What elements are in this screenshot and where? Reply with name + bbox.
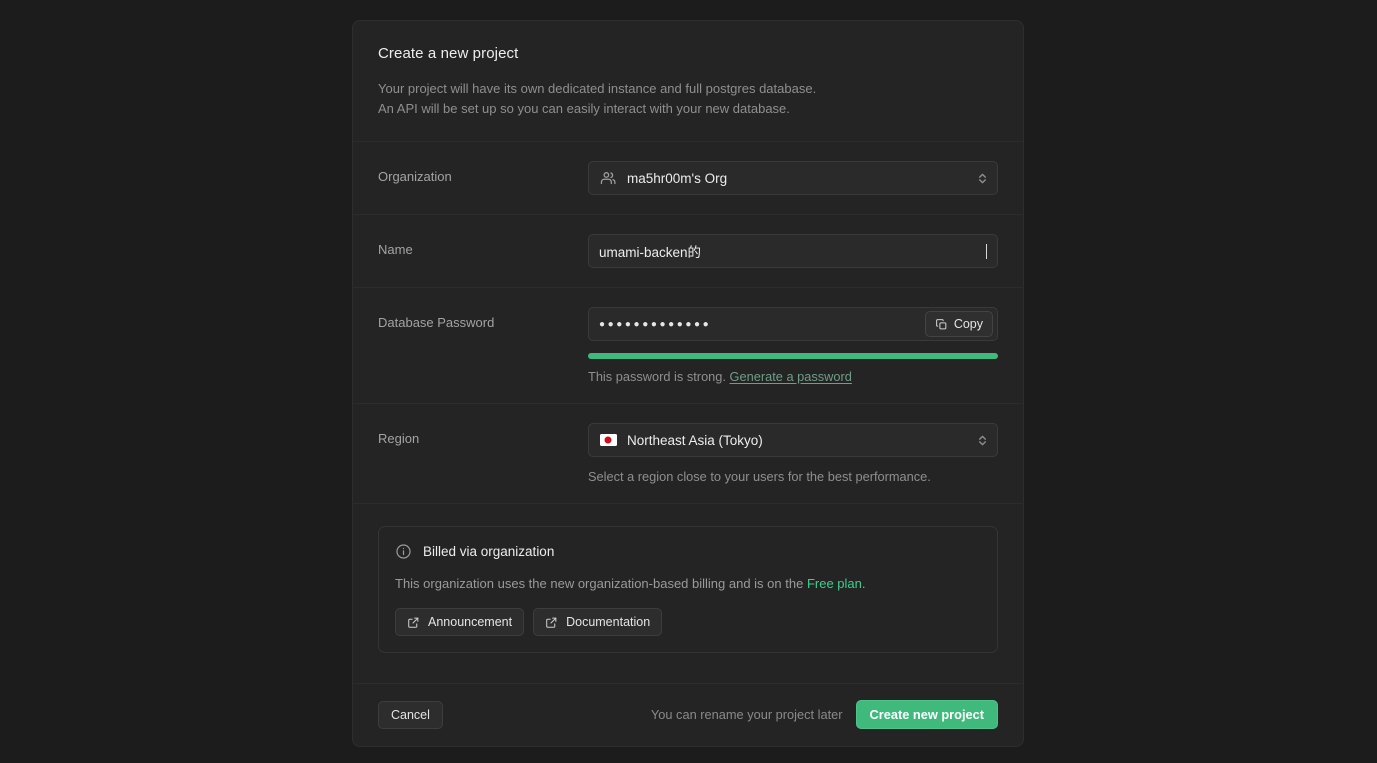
- billing-panel: Billed via organization This organizatio…: [378, 526, 998, 653]
- region-value: Northeast Asia (Tokyo): [627, 432, 763, 448]
- billing-header: Billed via organization: [395, 543, 981, 560]
- organization-select[interactable]: ma5hr00m's Org: [588, 161, 998, 195]
- documentation-button-label: Documentation: [566, 615, 651, 629]
- create-project-card: Create a new project Your project will h…: [352, 20, 1024, 747]
- announcement-button[interactable]: Announcement: [395, 608, 525, 636]
- password-masked-value: ●●●●●●●●●●●●●: [599, 318, 712, 330]
- region-label: Region: [378, 431, 420, 446]
- card-header: Create a new project Your project will h…: [353, 21, 1023, 142]
- region-row: Region Northeast Asia (Tokyo) Select a r…: [353, 404, 1023, 504]
- announcement-button-label: Announcement: [428, 615, 513, 629]
- region-select[interactable]: Northeast Asia (Tokyo): [588, 423, 998, 457]
- japan-flag-icon: [599, 431, 617, 449]
- subtitle-line-1: Your project will have its own dedicated…: [378, 81, 817, 96]
- organization-label: Organization: [378, 169, 452, 184]
- billing-body: This organization uses the new organizat…: [395, 574, 981, 593]
- billing-actions: Announcement Documentation: [395, 608, 981, 636]
- create-new-project-button[interactable]: Create new project: [855, 700, 998, 729]
- billing-body-text-before: This organization uses the new organizat…: [395, 576, 807, 591]
- region-control: Northeast Asia (Tokyo) Select a region c…: [588, 423, 998, 484]
- billing-section: Billed via organization This organizatio…: [353, 504, 1023, 684]
- name-row: Name umami-backen的: [353, 215, 1023, 288]
- password-row: Database Password ●●●●●●●●●●●●● Copy Thi…: [353, 288, 1023, 404]
- card-footer: Cancel You can rename your project later…: [353, 684, 1023, 746]
- subtitle-line-2: An API will be set up so you can easily …: [378, 101, 790, 116]
- page-title: Create a new project: [378, 45, 519, 62]
- documentation-button[interactable]: Documentation: [533, 608, 663, 636]
- password-label: Database Password: [378, 315, 495, 330]
- cancel-button[interactable]: Cancel: [378, 700, 443, 729]
- project-name-input[interactable]: umami-backen的: [588, 234, 998, 268]
- info-circle-icon: [395, 543, 412, 560]
- text-caret: [986, 243, 987, 259]
- name-control: umami-backen的: [588, 234, 998, 268]
- card-subtitle: Your project will have its own dedicated…: [378, 79, 998, 119]
- organization-control: ma5hr00m's Org: [588, 161, 998, 195]
- copy-password-button[interactable]: Copy: [924, 311, 993, 337]
- password-strength-bar: [588, 353, 998, 359]
- password-strength-text: This password is strong. Generate a pass…: [588, 369, 998, 384]
- users-icon: [599, 169, 617, 187]
- billing-title: Billed via organization: [423, 544, 555, 559]
- external-link-icon: [545, 616, 558, 629]
- chevron-up-down-icon: [976, 170, 988, 186]
- billing-body-text-after: .: [861, 576, 866, 591]
- external-link-icon: [407, 616, 420, 629]
- region-helper-text: Select a region close to your users for …: [588, 469, 931, 484]
- project-name-value: umami-backen的: [599, 245, 702, 260]
- database-password-input[interactable]: ●●●●●●●●●●●●● Copy: [588, 307, 998, 341]
- organization-value: ma5hr00m's Org: [627, 170, 728, 186]
- password-control: ●●●●●●●●●●●●● Copy This password is stro…: [588, 307, 998, 384]
- chevron-up-down-icon: [976, 432, 988, 448]
- footer-note: You can rename your project later: [650, 707, 843, 722]
- name-label: Name: [378, 242, 413, 257]
- app-root: Create a new project Your project will h…: [0, 0, 1377, 763]
- generate-password-link[interactable]: Generate a password: [730, 369, 852, 384]
- copy-button-label: Copy: [953, 317, 983, 331]
- password-strength-message: This password is strong.: [588, 369, 726, 384]
- organization-row: Organization ma5hr00m's Org: [353, 142, 1023, 215]
- copy-icon: [935, 318, 948, 331]
- free-plan-link[interactable]: Free plan: [807, 576, 862, 591]
